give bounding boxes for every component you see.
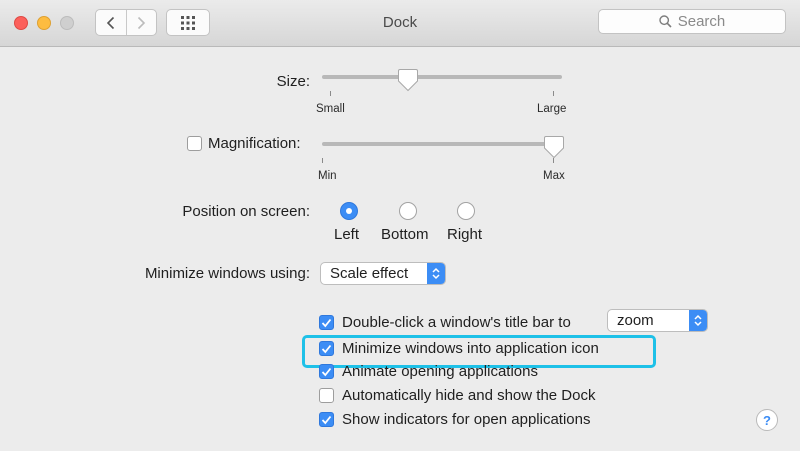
- animate-label: Animate opening applications: [342, 363, 538, 380]
- forward-button[interactable]: [125, 10, 157, 35]
- minimize-effect-popup[interactable]: Scale effect: [320, 262, 446, 285]
- position-bottom-radio[interactable]: [399, 202, 417, 220]
- minimize-effect-value: Scale effect: [330, 265, 409, 282]
- close-window-button[interactable]: [14, 16, 28, 30]
- grid-icon: [181, 15, 195, 30]
- magnification-label: Magnification:: [208, 135, 301, 152]
- magnification-max-label: Max: [543, 170, 565, 182]
- chevron-left-icon: [106, 16, 114, 29]
- position-left-label: Left: [334, 226, 360, 243]
- indicators-label: Show indicators for open applications: [342, 411, 591, 428]
- magnification-tick-min: [322, 158, 323, 163]
- zoom-window-button[interactable]: [60, 16, 74, 30]
- size-max-label: Large: [537, 103, 567, 115]
- position-right-label: Right: [447, 226, 483, 243]
- position-bottom-label: Bottom: [381, 226, 429, 243]
- back-forward-group: [95, 9, 157, 36]
- double-click-checkbox[interactable]: [319, 315, 334, 330]
- checkmark-icon: [321, 318, 332, 327]
- back-button[interactable]: [96, 10, 126, 35]
- popup-arrows-icon: [427, 263, 445, 284]
- size-tick-max: [553, 91, 554, 96]
- double-click-label: Double-click a window's title bar to: [342, 314, 571, 331]
- search-placeholder: Search: [677, 13, 726, 30]
- size-label: Size:: [276, 73, 310, 90]
- size-slider-knob[interactable]: [397, 68, 419, 92]
- position-left-radio[interactable]: [340, 202, 358, 220]
- popup-arrows-icon: [689, 310, 707, 331]
- help-button[interactable]: ?: [756, 409, 778, 431]
- double-click-action-value: zoom: [617, 312, 654, 329]
- size-slider-track[interactable]: [322, 75, 562, 79]
- title-bar: Dock Search: [0, 0, 800, 47]
- chevron-right-icon: [138, 16, 146, 29]
- magnification-slider-track[interactable]: [322, 142, 562, 146]
- minimize-window-button[interactable]: [37, 16, 51, 30]
- magnification-min-label: Min: [318, 170, 337, 182]
- size-min-label: Small: [316, 103, 345, 115]
- position-right-radio[interactable]: [457, 202, 475, 220]
- position-label: Position on screen:: [182, 203, 310, 220]
- search-icon: [659, 15, 672, 28]
- size-tick-min: [330, 91, 331, 96]
- checkmark-icon: [321, 415, 332, 424]
- double-click-action-popup[interactable]: zoom: [607, 309, 708, 332]
- autohide-label: Automatically hide and show the Dock: [342, 387, 596, 404]
- minimize-effect-label: Minimize windows using:: [144, 265, 310, 282]
- autohide-checkbox[interactable]: [319, 388, 334, 403]
- magnification-slider-knob[interactable]: [543, 135, 565, 159]
- show-all-button[interactable]: [166, 9, 210, 36]
- magnification-checkbox[interactable]: [187, 136, 202, 151]
- window-title: Dock: [382, 14, 418, 31]
- checkmark-icon: [321, 367, 332, 376]
- animate-checkbox[interactable]: [319, 364, 334, 379]
- indicators-checkbox[interactable]: [319, 412, 334, 427]
- search-field[interactable]: Search: [598, 9, 786, 34]
